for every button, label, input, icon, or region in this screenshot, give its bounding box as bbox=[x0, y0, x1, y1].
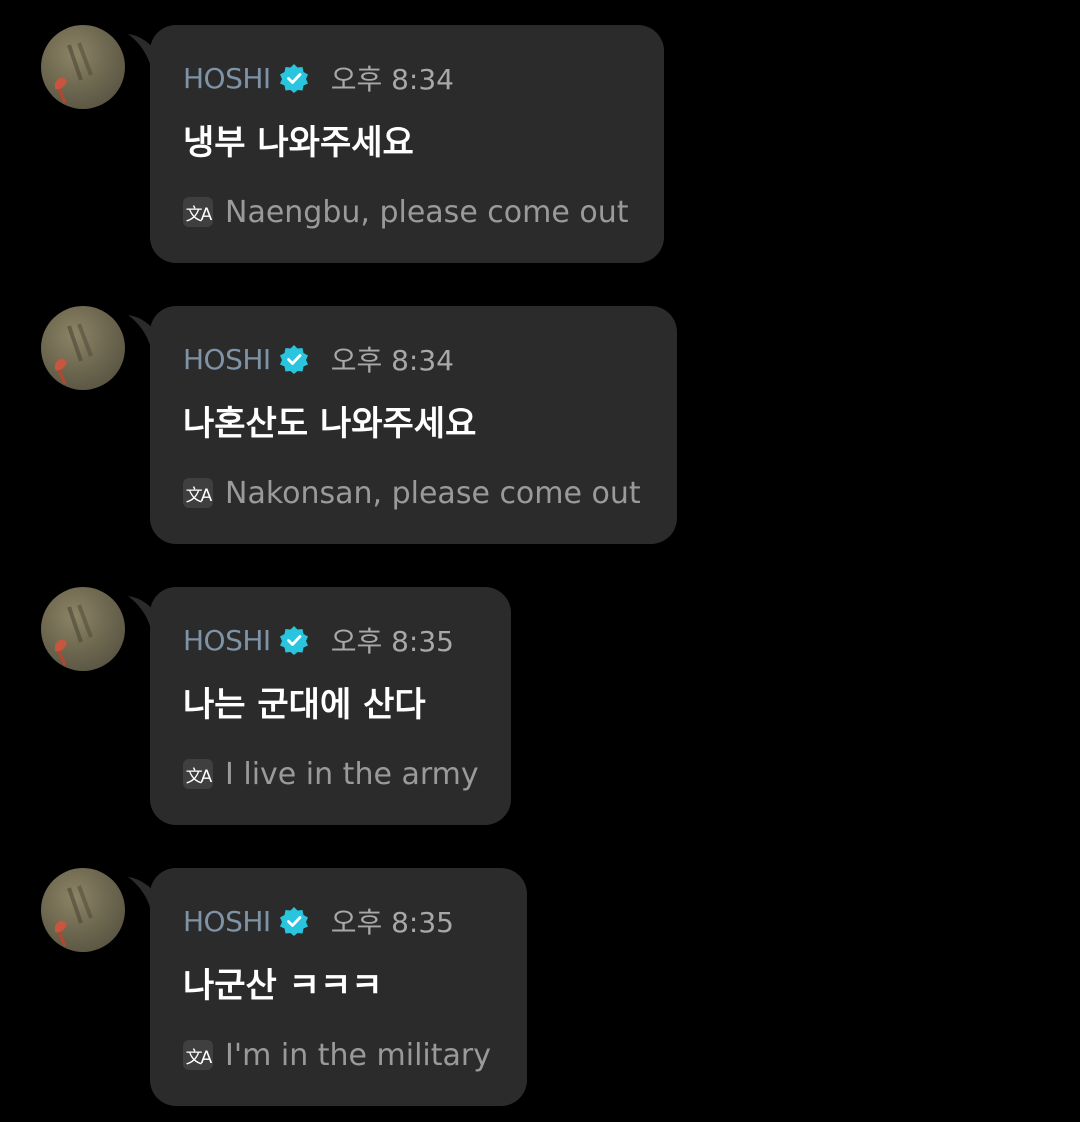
verified-badge-icon bbox=[279, 907, 308, 936]
message-header: HOSHI 오후 8:35 bbox=[183, 621, 454, 659]
translate-icon[interactable]: 文A bbox=[183, 1040, 213, 1070]
message-text: 나군산 ㅋㅋㅋ bbox=[183, 966, 383, 1006]
message-header: HOSHI 오후 8:34 bbox=[183, 59, 454, 97]
translation-text: Naengbu, please come out bbox=[225, 194, 629, 230]
verified-badge-icon bbox=[279, 626, 308, 655]
sender-name[interactable]: HOSHI bbox=[183, 343, 271, 376]
translation-row: 文A I live in the army bbox=[183, 754, 479, 794]
verified-badge-icon bbox=[279, 64, 308, 93]
message-item: HOSHI 오후 8:34 나혼산도 나와주세요 文A Nakonsan, pl… bbox=[0, 281, 1080, 544]
translation-text: I'm in the military bbox=[225, 1037, 491, 1073]
message-time: 오후 8:34 bbox=[330, 344, 454, 377]
verified-badge-icon bbox=[279, 345, 308, 374]
translate-icon[interactable]: 文A bbox=[183, 759, 213, 789]
translate-icon[interactable]: 文A bbox=[183, 478, 213, 508]
avatar[interactable] bbox=[41, 306, 125, 390]
translation-row: 文A Nakonsan, please come out bbox=[183, 473, 641, 513]
message-time: 오후 8:35 bbox=[330, 625, 454, 658]
message-bubble[interactable]: HOSHI 오후 8:34 나혼산도 나와주세요 文A Nakonsan, pl… bbox=[150, 306, 677, 544]
sender-name[interactable]: HOSHI bbox=[183, 905, 271, 938]
sender-name[interactable]: HOSHI bbox=[183, 624, 271, 657]
message-header: HOSHI 오후 8:34 bbox=[183, 340, 454, 378]
message-text: 냉부 나와주세요 bbox=[183, 123, 414, 163]
message-time: 오후 8:34 bbox=[330, 63, 454, 96]
message-item: HOSHI 오후 8:35 나군산 ㅋㅋㅋ 文A I'm in the mili… bbox=[0, 843, 1080, 1106]
avatar[interactable] bbox=[41, 587, 125, 671]
message-time: 오후 8:35 bbox=[330, 906, 454, 939]
message-text: 나혼산도 나와주세요 bbox=[183, 404, 477, 444]
message-header: HOSHI 오후 8:35 bbox=[183, 902, 454, 940]
avatar[interactable] bbox=[41, 868, 125, 952]
message-bubble[interactable]: HOSHI 오후 8:35 나군산 ㅋㅋㅋ 文A I'm in the mili… bbox=[150, 868, 527, 1106]
translate-icon[interactable]: 文A bbox=[183, 197, 213, 227]
message-text: 나는 군대에 산다 bbox=[183, 685, 426, 725]
translation-text: I live in the army bbox=[225, 756, 479, 792]
message-bubble[interactable]: HOSHI 오후 8:35 나는 군대에 산다 文A I live in the… bbox=[150, 587, 511, 825]
message-item: HOSHI 오후 8:35 나는 군대에 산다 文A I live in the… bbox=[0, 562, 1080, 825]
message-item: HOSHI 오후 8:34 냉부 나와주세요 文A Naengbu, pleas… bbox=[0, 0, 1080, 263]
translation-row: 文A Naengbu, please come out bbox=[183, 192, 629, 232]
translation-text: Nakonsan, please come out bbox=[225, 475, 641, 511]
chat-thread: HOSHI 오후 8:34 냉부 나와주세요 文A Naengbu, pleas… bbox=[0, 0, 1080, 1122]
message-bubble[interactable]: HOSHI 오후 8:34 냉부 나와주세요 文A Naengbu, pleas… bbox=[150, 25, 664, 263]
avatar[interactable] bbox=[41, 25, 125, 109]
translation-row: 文A I'm in the military bbox=[183, 1035, 491, 1075]
sender-name[interactable]: HOSHI bbox=[183, 62, 271, 95]
